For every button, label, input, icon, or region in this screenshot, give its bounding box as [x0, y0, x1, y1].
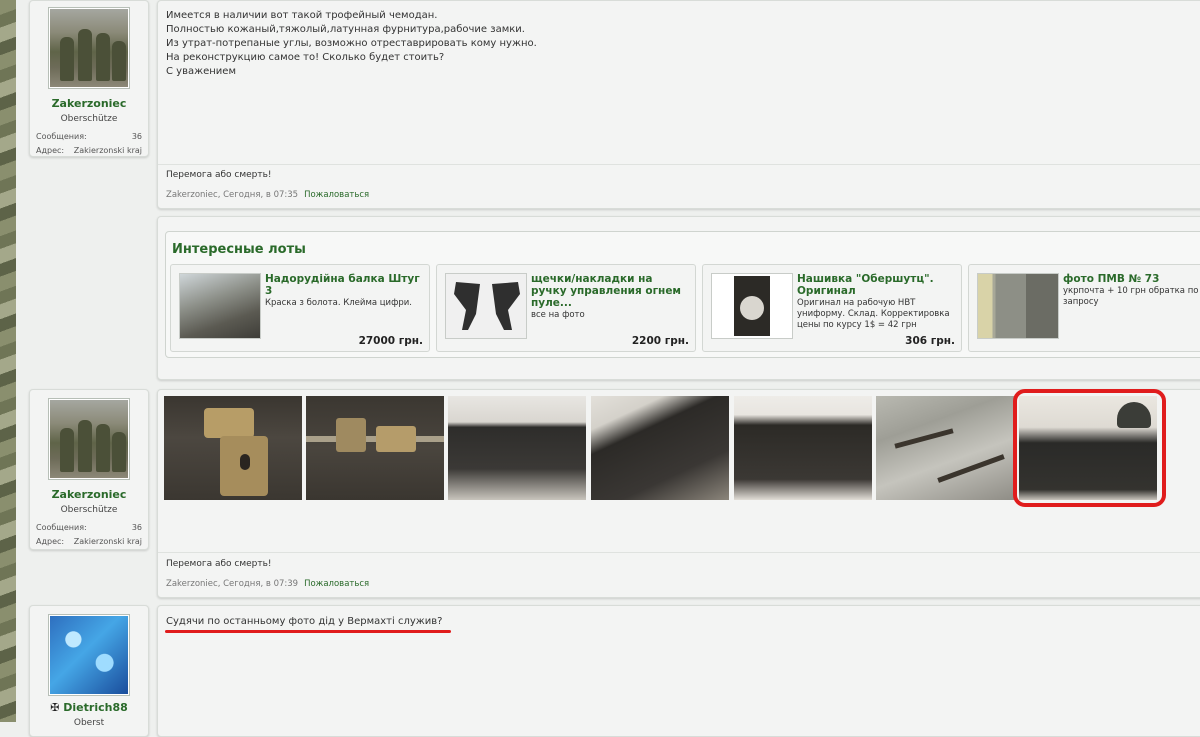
avatar-image [50, 400, 128, 478]
attachment-photo[interactable] [876, 396, 1014, 500]
lot-price: 27000 грн. [358, 335, 423, 347]
lot-title[interactable]: фото ПМВ № 73 [1063, 273, 1200, 285]
username[interactable]: Zakerzoniec [30, 488, 148, 501]
post-meta: Zakerzoniec, Сегодня, в 07:35 Пожаловатьс… [166, 190, 369, 200]
user-info: Сообщения: 36 Адрес: Zakierzonski kraj [36, 132, 142, 155]
avatar-image [50, 616, 128, 694]
user-info: Сообщения: 36 Адрес: Zakierzonski kraj [36, 523, 142, 546]
lot-description: все на фото [531, 310, 585, 320]
avatar-image [50, 9, 128, 87]
attachment-photo[interactable] [734, 396, 872, 500]
lot-description: Оригинал на рабочую HBT униформу. Склад.… [797, 298, 950, 330]
messages-label: Сообщения: [36, 132, 87, 141]
lot-card[interactable]: Нашивка "Обершутц". Оригинал Оригинал на… [702, 264, 962, 352]
signature-divider [158, 164, 1200, 165]
messages-count: 36 [131, 523, 142, 532]
address-label: Адрес: [36, 146, 65, 155]
signature-divider [158, 552, 1200, 553]
annotation-red-underline [165, 630, 451, 633]
user-rank: Oberschütze [60, 114, 118, 124]
interesting-lots: Интересные лоты Надорудійна балка Штуг 3… [165, 231, 1200, 358]
lot-price: 2200 грн. [631, 335, 689, 347]
post-body: Имеется в наличии вот такой трофейный че… [157, 0, 1200, 209]
annotation-red-box [1013, 389, 1166, 507]
post-body: Судячи по останньому фото дід у Вермахті… [157, 605, 1200, 737]
address-value: Zakierzonski kraj [73, 537, 142, 546]
avatar[interactable] [48, 7, 130, 89]
grip-panels-image [454, 282, 520, 330]
patch-image [734, 276, 770, 336]
attachment-photo[interactable] [448, 396, 586, 500]
lot-description: Краска з болота. Клейма цифри. [265, 298, 412, 308]
address-value: Zakierzonski kraj [73, 146, 142, 155]
post-text: Судячи по останньому фото дід у Вермахті… [166, 616, 443, 627]
post-meta: Zakerzoniec, Сегодня, в 07:39 Пожаловатьс… [166, 579, 369, 589]
messages-label: Сообщения: [36, 523, 87, 532]
avatar[interactable] [48, 398, 130, 480]
lot-card[interactable]: фото ПМВ № 73 укрпочта + 10 грн обратка … [968, 264, 1200, 352]
user-card: Zakerzoniec Oberschütze Сообщения: 36 Адр… [29, 389, 149, 550]
user-card: Zakerzoniec Oberschütze Сообщения: 36 Адр… [29, 0, 149, 157]
lot-card[interactable]: Надорудійна балка Штуг 3 Краска з болота… [170, 264, 430, 352]
lot-title[interactable]: Нашивка "Обершутц". Оригинал [797, 273, 957, 297]
lot-thumbnail[interactable] [711, 273, 793, 339]
report-link[interactable]: Пожаловаться [304, 579, 369, 589]
lot-card[interactable]: щечки/накладки на ручку управления огнем… [436, 264, 696, 352]
attachment-photo[interactable] [306, 396, 444, 500]
lot-thumbnail[interactable] [445, 273, 527, 339]
report-link[interactable]: Пожаловаться [304, 190, 369, 200]
username[interactable]: Zakerzoniec [30, 97, 148, 110]
user-rank: Oberschütze [60, 505, 118, 515]
signature: Перемога або смерть! [166, 170, 272, 180]
address-label: Адрес: [36, 537, 65, 546]
user-rank: Oberst [73, 718, 105, 728]
avatar[interactable] [48, 614, 130, 696]
post-author-time[interactable]: Zakerzoniec, Сегодня, в 07:35 [166, 190, 298, 200]
post-text: Имеется в наличии вот такой трофейный че… [166, 10, 537, 77]
user-card: ✠ Dietrich88 Oberst [29, 605, 149, 737]
iron-cross-icon: ✠ [50, 701, 60, 714]
lot-price: 306 грн. [905, 335, 955, 347]
post-author-time[interactable]: Zakerzoniec, Сегодня, в 07:39 [166, 579, 298, 589]
messages-count: 36 [131, 132, 142, 141]
lots-title: Интересные лоты [172, 242, 306, 257]
attachment-photo[interactable] [164, 396, 302, 500]
lot-thumbnail[interactable] [179, 273, 261, 339]
lot-title[interactable]: Надорудійна балка Штуг 3 [265, 273, 425, 297]
camo-background-strip [0, 0, 16, 722]
lot-title[interactable]: щечки/накладки на ручку управления огнем… [531, 273, 691, 309]
username-row: ✠ Dietrich88 [30, 701, 148, 714]
username[interactable]: Dietrich88 [63, 701, 127, 714]
attachment-photo[interactable] [591, 396, 729, 500]
signature: Перемога або смерть! [166, 559, 272, 569]
lot-thumbnail[interactable] [977, 273, 1059, 339]
lot-description: укрпочта + 10 грн обратка по запросу [1063, 286, 1199, 307]
